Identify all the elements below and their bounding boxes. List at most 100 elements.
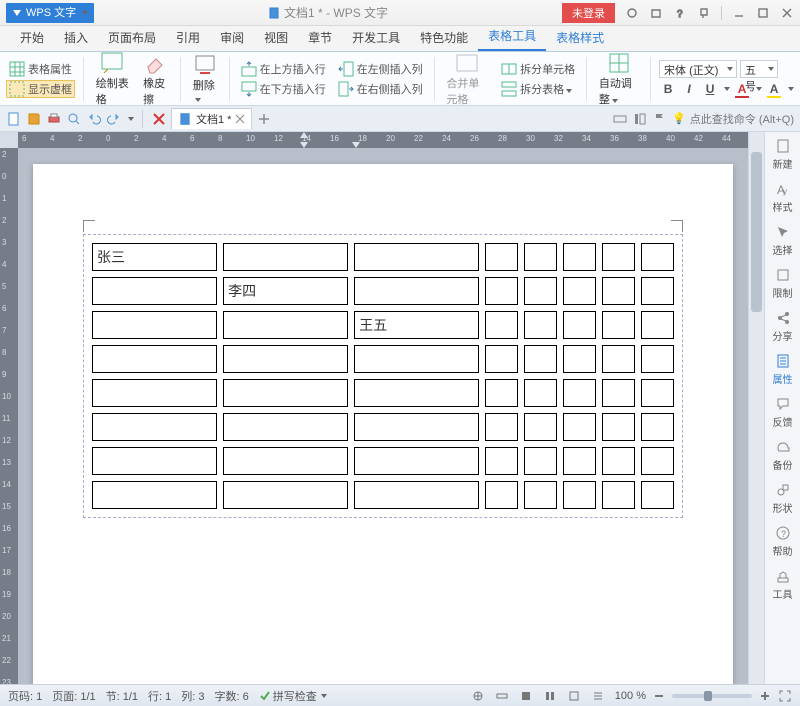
zoom-out-button[interactable]: [652, 689, 666, 703]
tab-1[interactable]: 插入: [54, 25, 98, 51]
minimize-button[interactable]: [732, 6, 746, 20]
tab-4[interactable]: 审阅: [210, 25, 254, 51]
table-cell[interactable]: [223, 447, 348, 475]
table-cell[interactable]: [92, 413, 217, 441]
table-cell[interactable]: [354, 345, 479, 373]
table-cell[interactable]: [485, 447, 518, 475]
command-search[interactable]: 💡点此查找命令 (Alt+Q): [672, 111, 794, 127]
underline-button[interactable]: U: [701, 80, 719, 98]
table-cell[interactable]: [524, 345, 557, 373]
table-cell[interactable]: [563, 311, 596, 339]
table-cell[interactable]: [524, 413, 557, 441]
document-table[interactable]: 张三李四王五: [86, 237, 680, 515]
table-cell[interactable]: [485, 311, 518, 339]
status-line[interactable]: 行: 1: [148, 688, 171, 704]
table-cell[interactable]: [602, 277, 635, 305]
table-cell[interactable]: [92, 345, 217, 373]
table-cell[interactable]: [485, 413, 518, 441]
table-cell[interactable]: [223, 481, 348, 509]
redo-icon[interactable]: [106, 111, 122, 127]
undo-icon[interactable]: [86, 111, 102, 127]
new-tab-button[interactable]: [256, 111, 272, 127]
table-cell[interactable]: [485, 481, 518, 509]
table-cell[interactable]: [563, 243, 596, 271]
pin-icon[interactable]: [697, 6, 711, 20]
table-cell[interactable]: [641, 243, 674, 271]
zoom-slider[interactable]: [672, 694, 752, 698]
autofit-button[interactable]: 自动调整: [595, 52, 642, 106]
merge-cells-button[interactable]: 合并单元格: [442, 52, 492, 106]
qa-more-icon[interactable]: [128, 117, 134, 121]
table-cell[interactable]: [485, 345, 518, 373]
table-cell[interactable]: [641, 481, 674, 509]
table-cell[interactable]: 李四: [223, 277, 348, 305]
table-cell[interactable]: [563, 277, 596, 305]
sync-icon[interactable]: [625, 6, 639, 20]
zoom-value[interactable]: 100 %: [615, 690, 646, 702]
rpanel-backup[interactable]: 备份: [773, 439, 793, 472]
table-cell[interactable]: [602, 311, 635, 339]
close-button[interactable]: [780, 6, 794, 20]
bold-button[interactable]: B: [659, 80, 677, 98]
save-icon[interactable]: [26, 111, 42, 127]
table-cell[interactable]: [641, 447, 674, 475]
table-cell[interactable]: [524, 379, 557, 407]
rpanel-style[interactable]: Ay样式: [773, 181, 793, 214]
table-cell[interactable]: [641, 345, 674, 373]
view-read-icon[interactable]: [495, 689, 509, 703]
view-web-icon[interactable]: [567, 689, 581, 703]
table-cell[interactable]: [524, 447, 557, 475]
view-print-icon[interactable]: [519, 689, 533, 703]
table-cell[interactable]: [524, 481, 557, 509]
print-icon[interactable]: [46, 111, 62, 127]
status-spellcheck[interactable]: 拼写检查: [259, 688, 327, 704]
table-cell[interactable]: [485, 379, 518, 407]
document-tab[interactable]: 文档1 *: [171, 108, 252, 129]
font-name-combo[interactable]: 宋体 (正文): [659, 60, 737, 78]
tab-10[interactable]: 表格样式: [546, 25, 614, 51]
rpanel-props[interactable]: 属性: [773, 353, 793, 386]
table-cell[interactable]: [641, 277, 674, 305]
rpanel-share[interactable]: 分享: [773, 310, 793, 343]
view-fullscreen-icon[interactable]: [471, 689, 485, 703]
insert-row-above-button[interactable]: 在上方插入行: [238, 60, 329, 78]
table-cell[interactable]: 张三: [92, 243, 217, 271]
tab-6[interactable]: 章节: [298, 25, 342, 51]
tab-3[interactable]: 引用: [166, 25, 210, 51]
flag-icon[interactable]: [652, 111, 668, 127]
rpanel-tools[interactable]: 工具: [773, 568, 793, 601]
table-cell[interactable]: [563, 379, 596, 407]
nav-icon[interactable]: [632, 111, 648, 127]
table-cell[interactable]: [602, 345, 635, 373]
status-section[interactable]: 节: 1/1: [106, 688, 138, 704]
vertical-scrollbar[interactable]: [748, 132, 764, 684]
table-cell[interactable]: [563, 345, 596, 373]
table-cell[interactable]: [563, 481, 596, 509]
table-cell[interactable]: [92, 481, 217, 509]
rpanel-feedback[interactable]: 反馈: [773, 396, 793, 429]
rpanel-shape[interactable]: 形状: [773, 482, 793, 515]
table-cell[interactable]: [92, 447, 217, 475]
table-cell[interactable]: [354, 413, 479, 441]
table-cell[interactable]: [354, 481, 479, 509]
split-cells-button[interactable]: 拆分单元格: [498, 60, 578, 78]
table-properties-button[interactable]: 表格属性: [6, 60, 75, 78]
insert-col-left-button[interactable]: 在左侧插入列: [335, 60, 426, 78]
table-cell[interactable]: [602, 379, 635, 407]
close-tab-icon[interactable]: [235, 114, 245, 124]
table-cell[interactable]: [354, 277, 479, 305]
help-icon[interactable]: ?: [673, 6, 687, 20]
login-button[interactable]: 未登录: [562, 3, 615, 23]
view-draft-icon[interactable]: [591, 689, 605, 703]
tab-7[interactable]: 开发工具: [342, 25, 410, 51]
table-cell[interactable]: [641, 379, 674, 407]
table-cell[interactable]: [485, 243, 518, 271]
ruler-toggle-icon[interactable]: [612, 111, 628, 127]
zoom-fit-button[interactable]: [778, 689, 792, 703]
new-icon[interactable]: [6, 111, 22, 127]
highlight-button[interactable]: A: [765, 80, 783, 98]
status-chars[interactable]: 字数: 6: [215, 688, 249, 704]
maximize-button[interactable]: [756, 6, 770, 20]
table-cell[interactable]: [602, 413, 635, 441]
table-cell[interactable]: [223, 345, 348, 373]
